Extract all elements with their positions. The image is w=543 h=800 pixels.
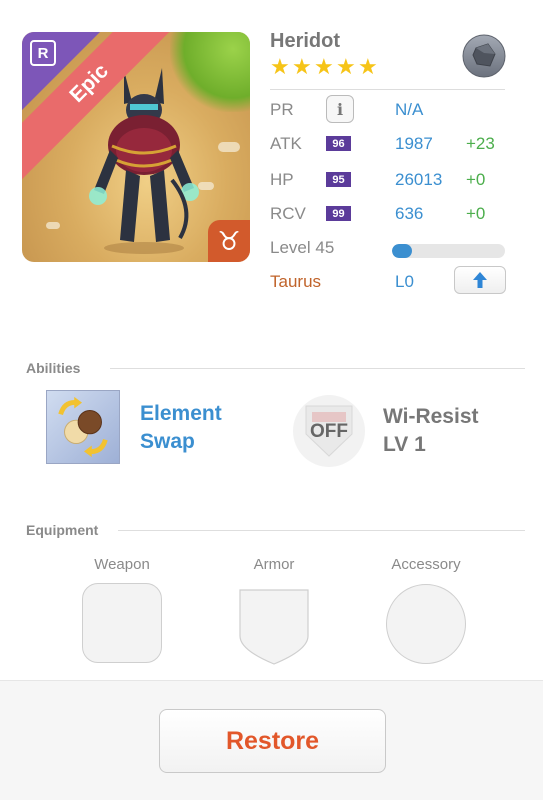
star-icon: ★ xyxy=(292,54,312,79)
stat-label: ATK xyxy=(270,134,302,153)
accessory-slot[interactable] xyxy=(386,584,466,664)
stat-value: 636 xyxy=(395,204,424,223)
star-rating: ★ ★ ★ ★ ★ xyxy=(270,54,379,79)
stat-row-rcv: RCV 99 636 +0 xyxy=(270,202,510,226)
abilities-divider xyxy=(110,368,525,369)
ability-name-element-swap[interactable]: Element Swap xyxy=(140,400,222,456)
taurus-icon: ♉ xyxy=(208,220,250,262)
stat-label: HP xyxy=(270,170,294,189)
armor-label: Armor xyxy=(253,556,295,573)
stats-divider xyxy=(270,89,505,90)
stat-row-level: Level 45 xyxy=(270,236,510,260)
armor-slot[interactable] xyxy=(234,584,314,666)
monster-name: Heridot xyxy=(270,30,340,52)
pebble-decoration xyxy=(46,222,60,229)
ability-name-line: Element xyxy=(140,402,222,425)
stat-row-zodiac: Taurus L0 xyxy=(270,266,510,294)
star-icon: ★ xyxy=(358,54,378,79)
zodiac-label: Taurus xyxy=(270,272,322,291)
stat-level-badge: 96 xyxy=(326,136,351,151)
stat-bonus: +0 xyxy=(466,170,486,189)
ability-name-line: Swap xyxy=(140,430,195,453)
star-icon: ★ xyxy=(270,54,290,79)
stat-label: RCV xyxy=(270,204,306,223)
experience-bar-fill xyxy=(392,244,413,258)
stat-label: PR xyxy=(270,100,294,119)
ability-name-line: Wi-Resist xyxy=(383,405,479,428)
star-icon: ★ xyxy=(336,54,356,79)
restore-button[interactable]: Restore xyxy=(159,709,386,773)
rarity-badge-icon: R xyxy=(30,40,56,66)
info-icon[interactable]: i xyxy=(326,95,354,123)
ability-name-wi-resist[interactable]: Wi-Resist LV 1 xyxy=(383,403,479,459)
star-icon: ★ xyxy=(314,54,334,79)
abilities-header: Abilities xyxy=(26,360,81,376)
stat-value: 1987 xyxy=(395,134,433,153)
stat-bonus: +0 xyxy=(466,204,486,223)
stat-level-badge: 95 xyxy=(326,172,351,187)
equipment-divider xyxy=(118,530,525,531)
rock-element-icon xyxy=(462,34,506,78)
element-swap-icon[interactable] xyxy=(46,390,120,464)
arrow-up-icon xyxy=(473,272,487,288)
ability-name-line: LV 1 xyxy=(383,433,426,456)
accessory-label: Accessory xyxy=(391,556,461,573)
upgrade-zodiac-button[interactable] xyxy=(454,266,506,294)
pebble-decoration xyxy=(218,142,240,152)
weapon-slot[interactable] xyxy=(82,583,162,663)
off-badge: OFF xyxy=(310,421,348,442)
zodiac-level: L0 xyxy=(395,272,414,291)
level-label: Level 45 xyxy=(270,238,335,257)
stat-row-atk: ATK 96 1987 +23 xyxy=(270,132,510,156)
stat-level-badge: 99 xyxy=(326,206,351,221)
stat-value: 26013 xyxy=(395,170,443,189)
stat-row-hp: HP 95 26013 +0 xyxy=(270,168,510,192)
monster-portrait[interactable]: Epic R ♉ xyxy=(22,32,250,262)
equipment-header: Equipment xyxy=(26,522,99,538)
off-shield-icon[interactable]: OFF xyxy=(292,394,366,468)
stat-bonus: +23 xyxy=(466,134,495,153)
experience-bar xyxy=(392,244,505,258)
stat-value: N/A xyxy=(395,100,424,119)
stat-row-pr: PR i N/A xyxy=(270,95,510,123)
weapon-label: Weapon xyxy=(94,556,150,573)
